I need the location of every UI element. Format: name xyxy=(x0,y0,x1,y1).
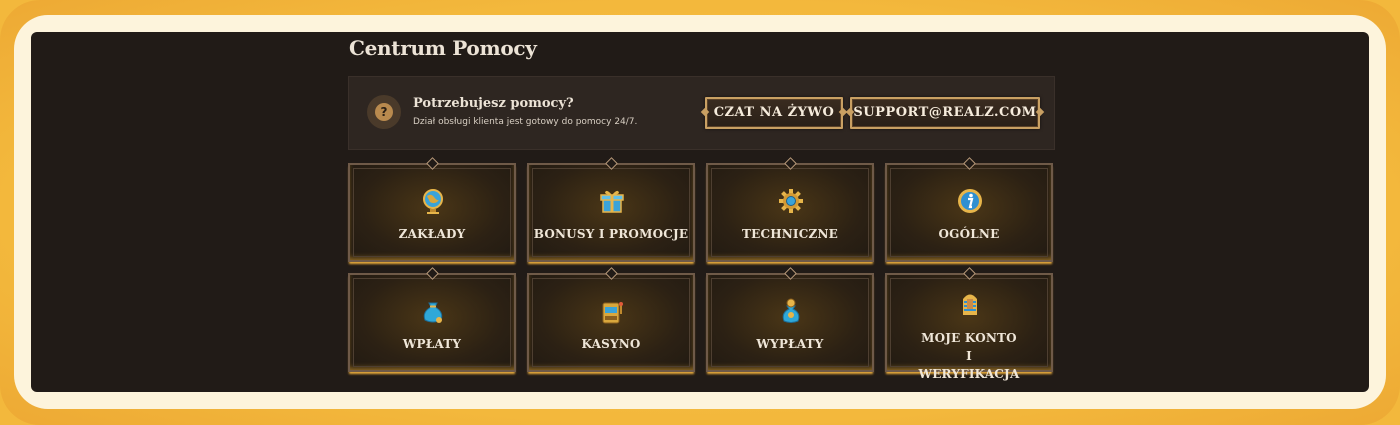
globe-icon xyxy=(423,189,443,214)
category-label: TECHNICZNE xyxy=(742,227,838,241)
category-tile-bonusy[interactable]: BONUSY I PROMOCJE xyxy=(527,157,695,262)
money-bag-icon xyxy=(423,302,443,323)
live-chat-button[interactable]: CZAT NA ŻYWO xyxy=(705,97,843,129)
help-center-screen: Centrum Pomocy ? Potrzebujesz pomocy? Dz… xyxy=(31,32,1369,392)
page-title: Centrum Pomocy xyxy=(349,36,537,60)
help-banner-title: Potrzebujesz pomocy? xyxy=(413,96,574,111)
info-icon xyxy=(958,189,982,213)
category-label: OGÓLNE xyxy=(938,227,1000,241)
slot-machine-icon xyxy=(602,302,623,324)
category-label: KASYNO xyxy=(581,337,641,351)
category-tile-wyplaty[interactable]: WYPŁATY xyxy=(706,267,874,372)
category-label: WPŁATY xyxy=(402,337,462,351)
pharaoh-icon xyxy=(963,294,977,315)
category-label: ZAKŁADY xyxy=(398,227,466,241)
coin-bag-icon xyxy=(782,298,800,323)
gear-icon xyxy=(779,189,803,213)
category-label: WYPŁATY xyxy=(756,337,824,351)
category-grid: ZAKŁADY BONUSY I PROMOCJE TECHNICZNE OGÓ… xyxy=(348,157,1055,381)
question-icon: ? xyxy=(367,95,401,129)
support-email-button[interactable]: SUPPORT@REALZ.COM xyxy=(850,97,1040,129)
app-frame: Centrum Pomocy ? Potrzebujesz pomocy? Dz… xyxy=(0,0,1400,425)
category-label: MOJE KONTO I WERYFIKACJA xyxy=(918,331,1020,381)
category-tile-zaklady[interactable]: ZAKŁADY xyxy=(348,157,516,262)
category-tile-wplaty[interactable]: WPŁATY xyxy=(348,267,516,372)
category-tile-ogolne[interactable]: OGÓLNE xyxy=(885,157,1053,262)
category-tile-kasyno[interactable]: KASYNO xyxy=(527,267,695,372)
category-tile-techniczne[interactable]: TECHNICZNE xyxy=(706,157,874,262)
category-tile-konto[interactable]: MOJE KONTO I WERYFIKACJA xyxy=(885,267,1053,381)
gift-icon xyxy=(600,190,624,213)
help-banner: ? Potrzebujesz pomocy? Dział obsługi kli… xyxy=(348,76,1055,150)
help-banner-subtitle: Dział obsługi klienta jest gotowy do pom… xyxy=(413,117,638,127)
category-label: BONUSY I PROMOCJE xyxy=(533,227,689,241)
